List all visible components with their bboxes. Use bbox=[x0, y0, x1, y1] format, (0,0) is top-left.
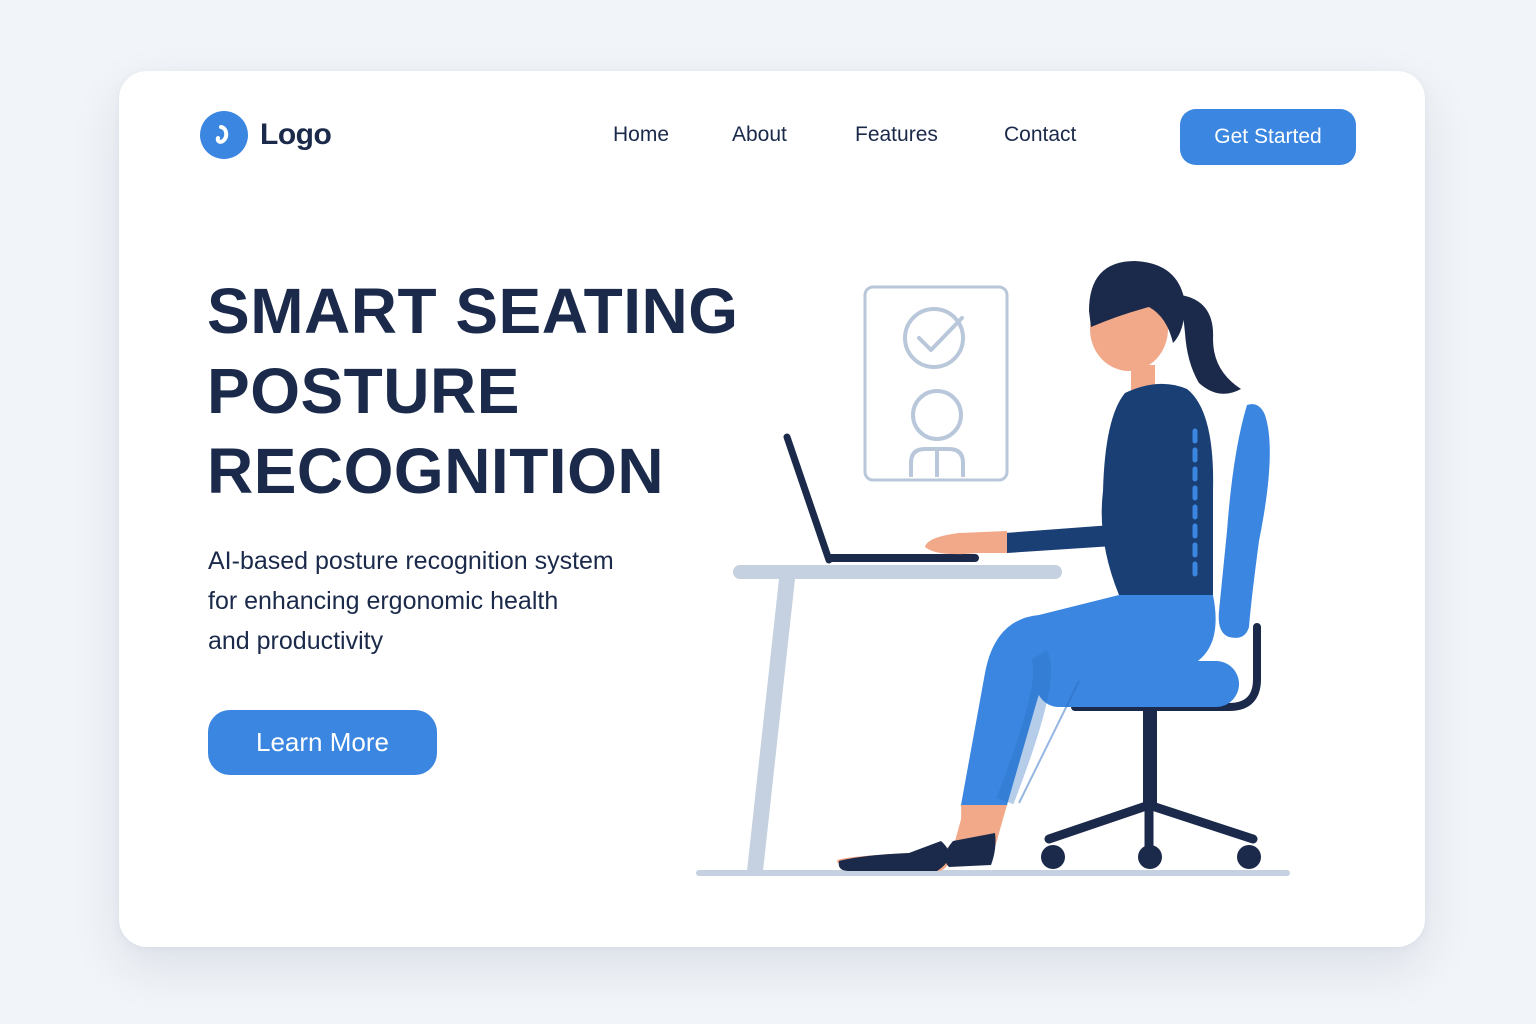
posture-check-card-icon bbox=[863, 285, 1009, 482]
landing-card: Logo Home About Features Contact Get Sta… bbox=[119, 71, 1425, 947]
hero-illustration bbox=[696, 261, 1290, 876]
person-silhouette-icon bbox=[909, 389, 965, 477]
checkmark-circle-icon bbox=[903, 307, 965, 369]
